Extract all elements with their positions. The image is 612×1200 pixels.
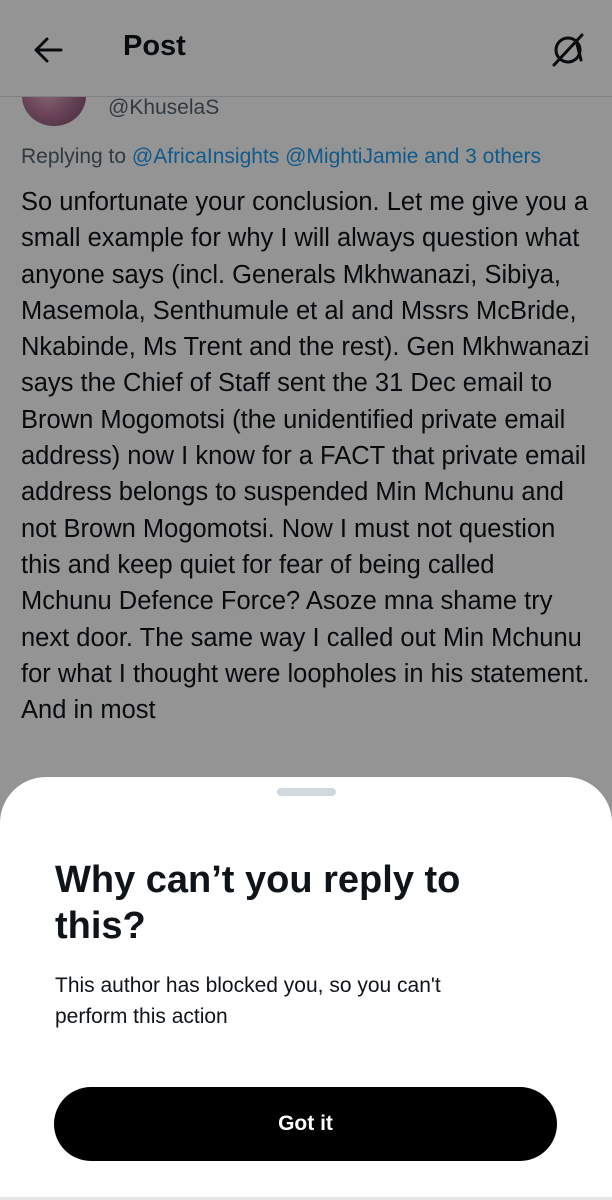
sheet-grabber-handle[interactable] [277, 788, 336, 796]
sheet-message: This author has blocked you, so you can'… [55, 974, 441, 1028]
got-it-button[interactable]: Got it [54, 1087, 557, 1161]
sheet-title: Why can’t you reply to this? [55, 859, 461, 947]
app: Post @KhuselaS Replying to @AfricaInsigh… [0, 0, 612, 1200]
bottom-sheet: Why can’t you reply to this? This author… [0, 777, 612, 1200]
